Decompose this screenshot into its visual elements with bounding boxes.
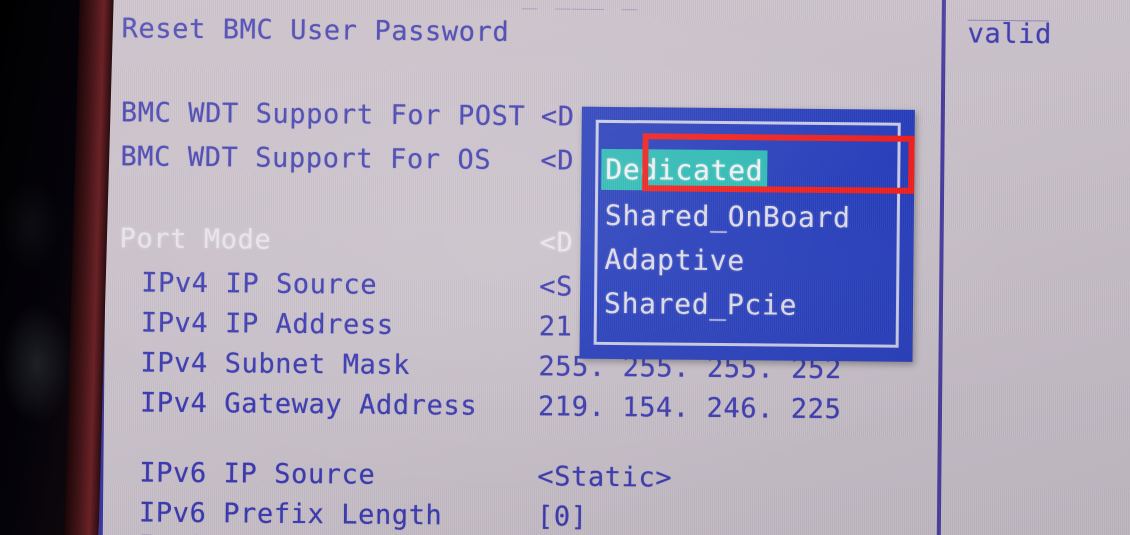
setting-label: BMC WDT Support For OS — [120, 140, 492, 176]
top-clipped-text: _ ___ _ — [522, 0, 639, 11]
page-frame-right-border — [936, 0, 947, 535]
popup-option-label: Shared_OnBoard — [604, 198, 851, 235]
bios-setup-screen: _ ___ _ Reset BMC User Password BMC WDT … — [90, 0, 1130, 535]
popup-option-label: Adaptive — [604, 242, 746, 278]
setting-value: 219. 154. 246. 225 — [537, 390, 842, 425]
setting-label: IPv4 IP Address — [140, 306, 394, 341]
setting-value: <D — [540, 100, 575, 133]
popup-option-shared-onboard[interactable]: Shared_OnBoard — [601, 195, 855, 238]
popup-option-adaptive[interactable]: Adaptive — [600, 239, 749, 281]
setting-value: <D — [540, 144, 575, 177]
setting-label: IPv4 Subnet Mask — [140, 346, 411, 381]
setting-value: <D — [539, 226, 574, 259]
setting-label: Port Mode — [119, 222, 272, 256]
setting-label: IPv6 IP Source — [139, 456, 376, 491]
port-mode-option-popup[interactable]: Dedicated Shared_OnBoard Adaptive Shared… — [579, 106, 915, 362]
popup-option-shared-pcie[interactable]: Shared_Pcie — [600, 283, 802, 326]
bezel-reflection — [2, 305, 72, 423]
setting-row-ipv4-gateway-address[interactable]: IPv4 Gateway Address 219. 154. 246. 225 — [118, 382, 928, 430]
setting-value: [0] — [536, 500, 588, 533]
setting-label: IPv4 IP Source — [141, 266, 378, 301]
help-pane-line: valid — [967, 18, 1053, 51]
popup-option-dedicated[interactable]: Dedicated — [601, 148, 768, 192]
setting-label: IPv6 Prefix Length — [138, 496, 443, 531]
setting-row-reset-bmc-user-password[interactable]: Reset BMC User Password — [121, 8, 931, 56]
setting-label: BMC WDT Support For POST — [120, 96, 526, 132]
monitor-photo: _ ___ _ Reset BMC User Password BMC WDT … — [0, 0, 1130, 535]
setting-row-ipv6-prefix-length[interactable]: IPv6 Prefix Length [0] — [117, 492, 927, 535]
setting-label: Reset BMC User Password — [121, 12, 510, 48]
popup-option-label: Dedicated — [605, 152, 764, 188]
setting-value: <S — [539, 270, 574, 303]
setting-value: <Static> — [537, 460, 673, 494]
setting-label: IPv4 Gateway Address — [139, 386, 478, 422]
bezel-reflection-two — [0, 180, 60, 270]
setting-value: 21 — [538, 310, 573, 343]
popup-option-label: Shared_Pcie — [603, 286, 798, 322]
